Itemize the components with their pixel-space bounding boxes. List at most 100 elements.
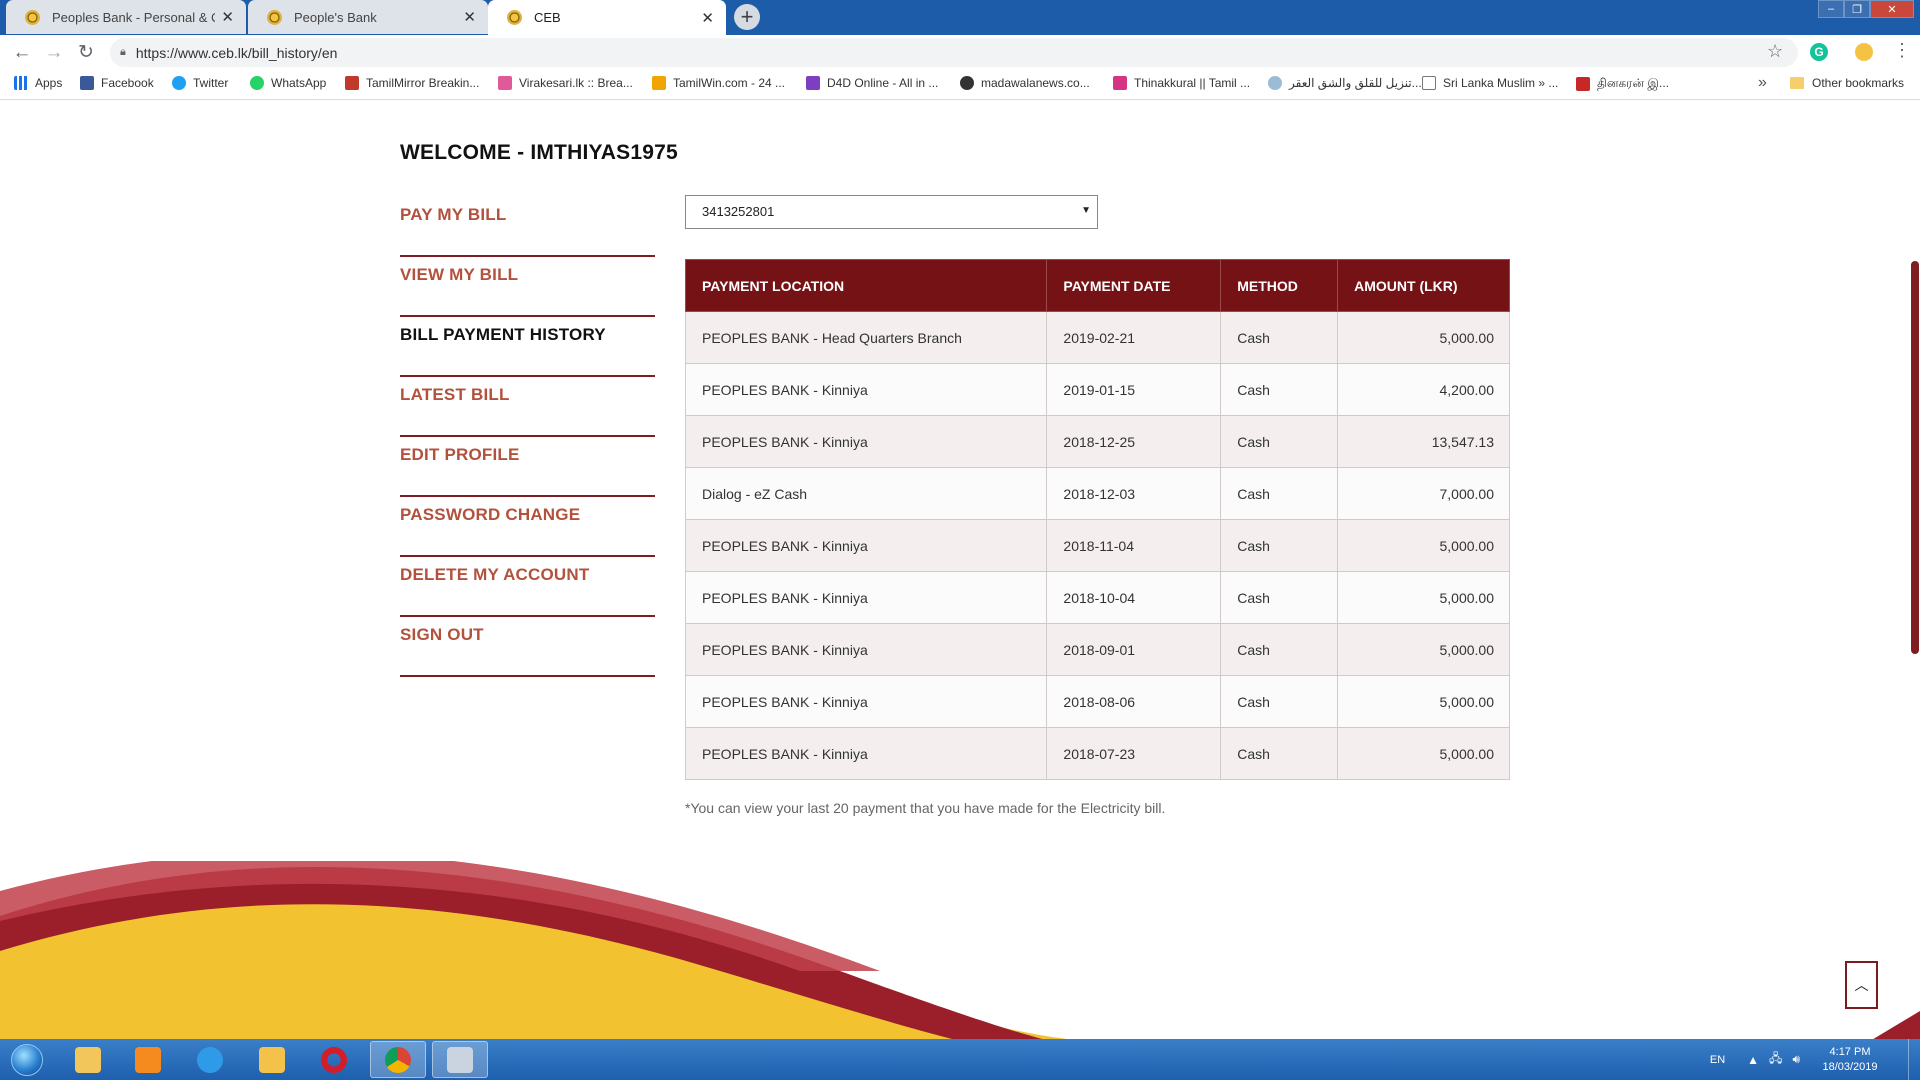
history-footnote: *You can view your last 20 payment that … [685, 800, 1166, 816]
table-row: PEOPLES BANK - Head Quarters Branch 2019… [684, 311, 1510, 364]
page-icon [1422, 76, 1436, 90]
payment-location-cell: PEOPLES BANK - Kinniya [684, 415, 1048, 468]
amount-cell: 5,000.00 [1337, 571, 1510, 624]
tab-title: CEB [534, 10, 561, 25]
taskbar-internet-explorer[interactable] [182, 1041, 238, 1078]
tab-peoples-bank[interactable]: People's Bank ✕ [248, 0, 488, 34]
browser-toolbar: ← → ↻ 🔒︎ https://www.ceb.lk/bill_history… [0, 35, 1920, 70]
payment-date-cell: 2019-02-21 [1046, 311, 1222, 364]
bookmark-dinakaran[interactable]: தினகரன் இ... [1576, 76, 1669, 92]
table-row: PEOPLES BANK - Kinniya 2018-09-01 Cash 5… [684, 623, 1510, 676]
taskbar-opera[interactable] [306, 1041, 362, 1078]
folder-icon [75, 1046, 101, 1073]
bookmark-arabic-site[interactable]: تنزيل للقلق والشق العقر... [1268, 76, 1422, 90]
tab-peoples-bank-personal[interactable]: Peoples Bank - Personal & Corpo ✕ [6, 0, 246, 34]
peoples-bank-favicon-icon [25, 9, 40, 25]
bookmark-apps[interactable]: Apps [14, 76, 62, 90]
table-row: PEOPLES BANK - Kinniya 2018-11-04 Cash 5… [684, 519, 1510, 572]
bookmark-whatsapp[interactable]: WhatsApp [250, 76, 326, 90]
bookmark-srilanka-muslim[interactable]: Sri Lanka Muslim » ... [1422, 76, 1558, 90]
clock-date: 18/03/2019 [1822, 1060, 1878, 1073]
close-tab-icon[interactable]: ✕ [701, 9, 714, 27]
thinakkural-icon [1113, 76, 1127, 90]
back-to-top-button[interactable]: ︿ [1845, 961, 1878, 1009]
more-bookmarks-chevron-icon[interactable]: » [1758, 74, 1767, 92]
bookmark-star-icon[interactable]: ☆ [1767, 41, 1783, 62]
other-bookmarks[interactable]: Other bookmarks [1790, 76, 1904, 90]
payment-date-cell: 2018-10-04 [1046, 571, 1222, 624]
forward-arrow-icon[interactable]: → [38, 37, 70, 69]
column-header-payment-location: PAYMENT LOCATION [684, 259, 1048, 312]
back-arrow-icon[interactable]: ← [6, 37, 38, 69]
lock-icon: 🔒︎ [120, 46, 126, 58]
close-tab-icon[interactable]: ✕ [221, 8, 234, 26]
account-number-value: 3413252801 [702, 204, 775, 219]
nav-latest-bill[interactable]: LATEST BILL [400, 377, 655, 437]
dinakaran-icon [1576, 77, 1590, 91]
tab-title: People's Bank [294, 9, 377, 25]
nav-delete-my-account[interactable]: DELETE MY ACCOUNT [400, 557, 655, 617]
window-controls: – ❐ ✕ [1818, 0, 1914, 18]
close-window-icon[interactable]: ✕ [1870, 0, 1914, 18]
nav-edit-profile[interactable]: EDIT PROFILE [400, 437, 655, 497]
taskbar-calculator[interactable] [432, 1041, 488, 1078]
method-cell: Cash [1220, 727, 1339, 780]
grammarly-extension-icon[interactable]: G [1810, 43, 1828, 61]
nav-bill-payment-history[interactable]: BILL PAYMENT HISTORY [400, 317, 655, 377]
payment-location-cell: PEOPLES BANK - Kinniya [684, 363, 1048, 416]
bookmark-madawalanews[interactable]: madawalanews.co... [960, 76, 1090, 90]
clock[interactable]: 4:17 PM 18/03/2019 [1810, 1045, 1890, 1075]
bookmark-tamilmirror[interactable]: TamilMirror Breakin... [345, 76, 479, 90]
nav-pay-my-bill[interactable]: PAY MY BILL [400, 197, 655, 257]
taskbar-explorer[interactable] [60, 1041, 116, 1078]
language-indicator[interactable]: EN [1710, 1054, 1725, 1066]
method-cell: Cash [1220, 623, 1339, 676]
new-tab-button[interactable]: + [734, 4, 760, 30]
facebook-icon [80, 76, 94, 90]
table-row: PEOPLES BANK - Kinniya 2018-10-04 Cash 5… [684, 571, 1510, 624]
method-cell: Cash [1220, 415, 1339, 468]
profile-avatar-icon[interactable] [1855, 43, 1873, 61]
amount-cell: 7,000.00 [1337, 467, 1510, 520]
maximize-icon[interactable]: ❐ [1844, 0, 1870, 18]
show-desktop-button[interactable] [1908, 1039, 1920, 1080]
tab-ceb[interactable]: CEB ✕ [488, 0, 726, 35]
method-cell: Cash [1220, 571, 1339, 624]
account-number-select[interactable]: 3413252801 ▼ [685, 195, 1098, 229]
bookmark-d4d[interactable]: D4D Online - All in ... [806, 76, 938, 90]
show-hidden-icons-icon[interactable]: ▲ [1747, 1053, 1759, 1067]
bookmark-facebook[interactable]: Facebook [80, 76, 154, 90]
account-side-menu: PAY MY BILL VIEW MY BILL BILL PAYMENT HI… [400, 197, 655, 677]
nav-view-my-bill[interactable]: VIEW MY BILL [400, 257, 655, 317]
media-player-icon [135, 1046, 161, 1073]
payment-date-cell: 2018-12-25 [1046, 415, 1222, 468]
payment-location-cell: PEOPLES BANK - Kinniya [684, 727, 1048, 780]
nav-sign-out[interactable]: SIGN OUT [400, 617, 655, 677]
amount-cell: 5,000.00 [1337, 519, 1510, 572]
start-button[interactable] [4, 1041, 50, 1079]
chevron-up-icon: ︿ [1854, 977, 1869, 993]
taskbar-mail[interactable] [244, 1041, 300, 1078]
whatsapp-icon [250, 76, 264, 90]
network-icon[interactable]: 🖧︎ [1769, 1049, 1782, 1070]
browser-menu-icon[interactable]: ⋮ [1893, 40, 1911, 61]
amount-cell: 5,000.00 [1337, 623, 1510, 676]
amount-cell: 5,000.00 [1337, 675, 1510, 728]
reload-icon[interactable]: ↻ [70, 37, 102, 69]
virakesari-icon [498, 76, 512, 90]
taskbar-media-player[interactable] [120, 1041, 176, 1078]
bookmark-virakesari[interactable]: Virakesari.lk :: Brea... [498, 76, 633, 90]
minimize-icon[interactable]: – [1818, 0, 1844, 18]
address-bar[interactable]: 🔒︎ https://www.ceb.lk/bill_history/en [110, 38, 1798, 67]
bookmark-twitter[interactable]: Twitter [172, 76, 228, 90]
method-cell: Cash [1220, 519, 1339, 572]
taskbar-chrome[interactable] [370, 1041, 426, 1078]
bookmark-tamilwin[interactable]: TamilWin.com - 24 ... [652, 76, 785, 90]
bookmark-thinakkural[interactable]: Thinakkural || Tamil ... [1113, 76, 1250, 90]
volume-icon[interactable]: 🔊︎ [1792, 1052, 1800, 1067]
page-scrollbar-thumb[interactable] [1911, 261, 1919, 654]
nav-password-change[interactable]: PASSWORD CHANGE [400, 497, 655, 557]
close-tab-icon[interactable]: ✕ [463, 8, 476, 26]
bookmark-label: Twitter [193, 76, 229, 90]
bookmark-label: TamilMirror Breakin... [366, 76, 480, 90]
